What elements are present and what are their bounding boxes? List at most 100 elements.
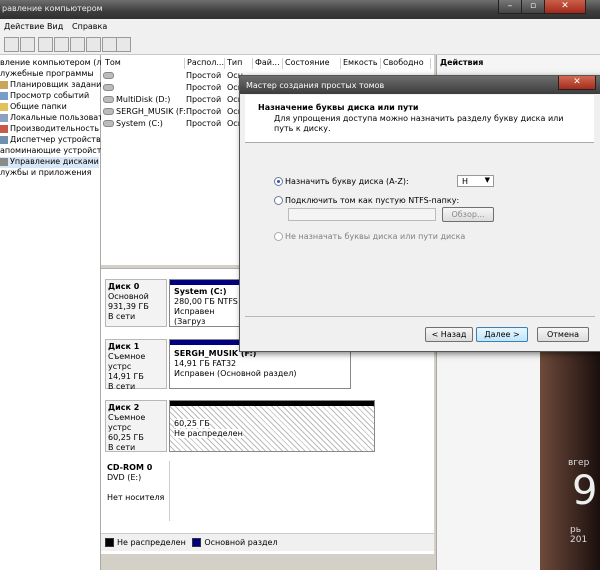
table-row[interactable] [103,83,185,94]
users-icon [0,113,8,122]
tree-label: Просмотр событий [10,91,90,100]
disk-label[interactable]: Диск 1 Съемное устрс 14,91 ГБ В сети [105,339,167,391]
volume-layout: Простой [186,119,222,128]
divider [245,316,595,317]
column-header[interactable]: Том [103,58,185,69]
tree-item-storage[interactable]: апоминающие устройств [0,146,106,157]
up-folder-icon[interactable] [38,37,53,52]
tree-label: Общие папки [10,102,67,111]
wizard-body: Назначить букву диска (A-Z): H ▼ Подключ… [245,143,594,313]
partition[interactable]: System (C:) 280,00 ГБ NTFS Исправен (Заг… [169,279,249,327]
disk-label[interactable]: Диск 0 Основной 931,39 ГБ В сети [105,279,167,327]
tree-item-shared-folders[interactable]: Общие папки [0,102,67,113]
properties-icon[interactable] [70,37,85,52]
column-header[interactable]: Тип [225,58,253,69]
wizard-close-button[interactable]: ✕ [558,76,596,90]
disk-state: В сети [108,443,136,452]
tree-item-services-apps[interactable]: лужбы и приложения [0,168,91,179]
menu-action[interactable]: Действие [4,22,44,31]
drive-letter-select[interactable]: H ▼ [457,175,494,187]
maximize-button[interactable]: ▫ [521,0,545,14]
tree-item-device-manager[interactable]: Диспетчер устройств [0,135,101,146]
disk-kind: Съемное устрс [108,352,146,371]
back-icon[interactable] [4,37,19,52]
volume-layout: Простой [186,71,222,80]
tree-label: Управление дисками [10,157,99,166]
help-icon[interactable] [102,37,117,52]
tree-item-task-scheduler[interactable]: Планировщик заданий [0,80,106,91]
wizard-title: Мастер создания простых томов [246,81,385,90]
drive-letter-value: H [462,177,469,186]
tree-label: Производительность [10,124,100,133]
forward-icon[interactable] [20,37,35,52]
partition-size: 280,00 ГБ NTFS [174,297,238,306]
tree-item-local-users[interactable]: Локальные пользовате [0,113,108,124]
close-button[interactable]: ✕ [544,0,586,14]
new-volume-wizard: Мастер создания простых томов ✕ Назначен… [239,75,600,352]
column-header[interactable]: Состояние [283,58,341,69]
tree-item-performance[interactable]: Производительность [0,124,99,135]
column-header[interactable]: Свободно [381,58,431,69]
tree-label: лужбы и приложения [0,168,92,177]
option-no-letter[interactable]: Не назначать буквы диска или пути диска [274,232,465,241]
unallocated-partition[interactable]: 60,25 ГБ Не распределен [169,400,375,452]
disk-kind: Съемное устрс [108,413,146,432]
window-title: равление компьютером [2,4,103,13]
disk-label[interactable]: Диск 2 Съемное устрс 60,25 ГБ В сети [105,400,167,452]
navigation-tree: вление компьютером (ло лужебные программ… [0,55,108,570]
disk-name: Диск 1 [108,342,140,351]
tree-label: Диспетчер устройств [10,135,101,144]
partition-name: System (C:) [174,287,227,296]
settings-icon[interactable] [116,37,131,52]
wizard-titlebar: Мастер создания простых томов ✕ [240,76,600,94]
chevron-down-icon: ▼ [484,176,490,184]
disk-management-icon [0,157,8,166]
option-mount-folder[interactable]: Подключить том как пустую NTFS-папку: [274,196,459,205]
volume-icon [103,84,114,91]
tree-item-event-viewer[interactable]: Просмотр событий [0,91,89,102]
option-assign-letter[interactable]: Назначить букву диска (A-Z): [274,177,409,186]
column-header[interactable]: Распол... [185,58,225,69]
volume-name: SERGH_MUSIK (F:) [116,107,185,116]
minimize-button[interactable]: – [498,0,522,14]
disk-state: В сети [108,312,136,321]
table-row[interactable]: SERGH_MUSIK (F:) [103,107,185,118]
show-tree-icon[interactable] [54,37,69,52]
primary-partition-bar [170,280,248,285]
column-header[interactable]: Фай... [253,58,283,69]
gadget-month: рь 201 [570,525,588,545]
legend-primary: Основной раздел [204,538,278,547]
tree-label: вление компьютером (ло [0,58,107,67]
toolbar [0,34,600,55]
table-row[interactable]: MultiDisk (D:) [103,95,185,106]
window-titlebar: равление компьютером – ▫ ✕ [0,0,600,19]
task-scheduler-icon [0,80,8,89]
gadget-digit: 9 [572,468,598,514]
refresh-icon[interactable] [86,37,101,52]
event-viewer-icon [0,91,8,100]
back-button[interactable]: < Назад [425,327,473,342]
next-button[interactable]: Далее > [476,327,528,342]
table-row[interactable] [103,71,185,82]
menu-help[interactable]: Справка [72,22,107,31]
disk-name: CD-ROM 0 [107,463,153,472]
tree-item-disk-management[interactable]: Управление дисками [0,157,99,168]
disk-name: Диск 2 [108,403,140,412]
disk-state: Нет носителя [107,493,165,502]
divider [169,461,170,521]
performance-icon [0,124,8,133]
browse-button[interactable]: Обзор... [442,207,494,222]
radio-unselected [274,196,283,205]
tree-item-system-tools[interactable]: лужебные программы [0,69,94,80]
cdrom-label[interactable]: CD-ROM 0 DVD (E:) Нет носителя [105,461,167,523]
cancel-button[interactable]: Отмена [537,327,589,342]
table-row[interactable]: System (C:) [103,119,185,130]
volume-icon [103,96,114,103]
menu-view[interactable]: Вид [47,22,63,31]
disk-size: 60,25 ГБ [108,433,144,442]
option-label: Назначить букву диска (A-Z): [285,177,409,186]
folder-path-input[interactable] [288,208,436,221]
option-label: Не назначать буквы диска или пути диска [285,232,466,241]
column-header[interactable]: Емкость [341,58,381,69]
tree-item-computer-management[interactable]: вление компьютером (ло [0,58,106,69]
